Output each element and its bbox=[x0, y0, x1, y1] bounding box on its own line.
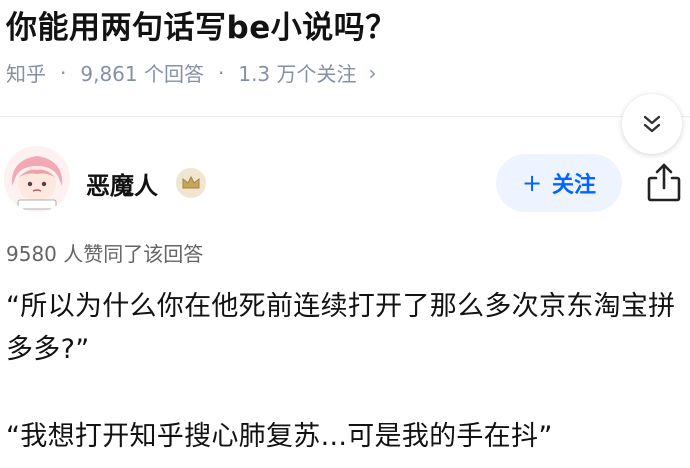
answer-paragraph: “所以为什么你在他死前连续打开了那么多次京东淘宝拼多多?” bbox=[6, 291, 676, 365]
plus-icon: + bbox=[521, 169, 543, 197]
meta-separator: · bbox=[60, 60, 67, 85]
follower-count: 1.3 万个关注 bbox=[238, 62, 357, 86]
author-name[interactable]: 恶魔人 bbox=[86, 166, 158, 201]
vote-count: 9580 人赞同了该回答 bbox=[6, 242, 204, 266]
question-title[interactable]: 你能用两句话写be小说吗？ bbox=[6, 2, 397, 47]
question-meta: 知乎 · 9,861 个回答 · 1.3 万个关注 › bbox=[6, 58, 377, 87]
avatar[interactable] bbox=[4, 146, 70, 212]
chevron-right-icon[interactable]: › bbox=[369, 61, 377, 85]
divider bbox=[0, 116, 690, 117]
answer-page: 你能用两句话写be小说吗？ 知乎 · 9,861 个回答 · 1.3 万个关注 … bbox=[0, 0, 690, 468]
crown-badge-icon bbox=[176, 168, 206, 198]
double-chevron-down-icon bbox=[643, 115, 661, 133]
avatar-illustration bbox=[4, 146, 70, 212]
answer-count: 9,861 个回答 bbox=[80, 62, 204, 86]
answer-paragraph: “我想打开知乎搜心肺复苏...可是我的手在抖” bbox=[6, 421, 553, 452]
collapse-button[interactable] bbox=[622, 94, 682, 154]
meta-separator: · bbox=[217, 60, 225, 85]
source-label: 知乎 bbox=[6, 62, 46, 86]
follow-button[interactable]: + 关注 bbox=[496, 154, 622, 212]
follow-label: 关注 bbox=[552, 173, 597, 198]
share-icon[interactable] bbox=[646, 162, 682, 202]
